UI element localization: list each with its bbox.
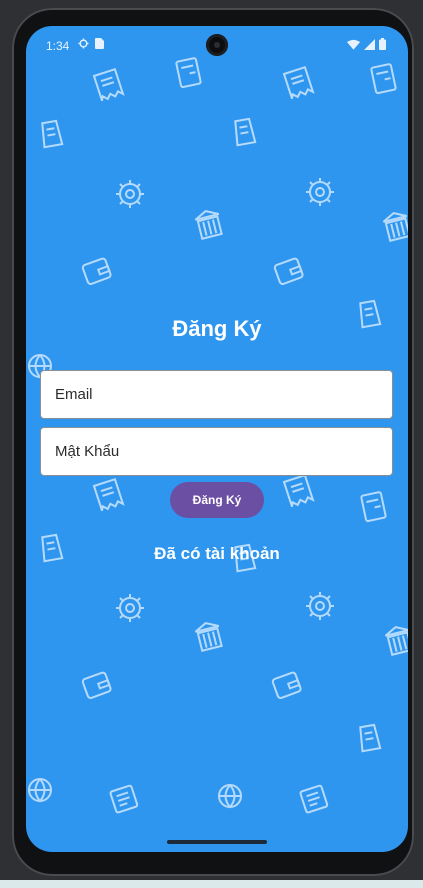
wallet-icon [360,491,387,523]
receipt-icon [282,65,315,100]
wallet-icon [81,671,112,699]
gear-icon [306,592,334,620]
email-field[interactable]: Email [40,370,393,419]
page-title: Đăng Ký [172,316,262,341]
building-icon [382,212,408,242]
phone-screen: 1:34 Đăng Ký Email Mật Khẩu Đăng Ký Đã c… [26,26,408,852]
email-placeholder: Email [55,386,93,403]
globe-icon [28,778,52,803]
receipt-icon [92,477,125,512]
coin-bag-icon [234,117,257,147]
status-right-icons [347,38,386,50]
register-button[interactable]: Đăng Ký [170,482,264,518]
wallet-icon [273,257,304,285]
password-placeholder: Mật Khẩu [55,443,120,460]
sim-card-icon [95,38,104,49]
battery-icon [379,38,386,50]
status-bar: 1:34 [26,26,408,64]
building-icon [194,210,223,240]
home-indicator[interactable] [167,840,267,844]
bottom-strip [0,880,423,888]
coin-bag-icon [41,119,64,149]
globe-icon [218,784,242,809]
gear-icon [306,178,334,206]
receipt-icon [109,784,139,814]
coin-bag-icon [359,723,382,753]
gear-icon [116,594,144,622]
receipt-icon [282,473,315,508]
wallet-icon [370,63,397,95]
front-camera [206,34,228,56]
building-icon [384,626,408,656]
password-field[interactable]: Mật Khẩu [40,427,393,476]
status-left-icons [78,38,104,49]
receipt-icon [299,784,329,814]
receipt-icon [92,67,125,102]
status-time: 1:34 [46,39,70,53]
register-button-label: Đăng Ký [192,493,242,507]
gear-icon [116,180,144,208]
building-icon [194,622,223,652]
gear-icon [78,38,89,49]
signal-icon [364,38,375,50]
wallet-icon [81,257,112,285]
wifi-icon [347,39,360,50]
wallet-icon [271,671,302,699]
login-link[interactable]: Đã có tài khoản [26,544,408,564]
app-stage: 1:34 Đăng Ký Email Mật Khẩu Đăng Ký Đã c… [0,0,423,888]
